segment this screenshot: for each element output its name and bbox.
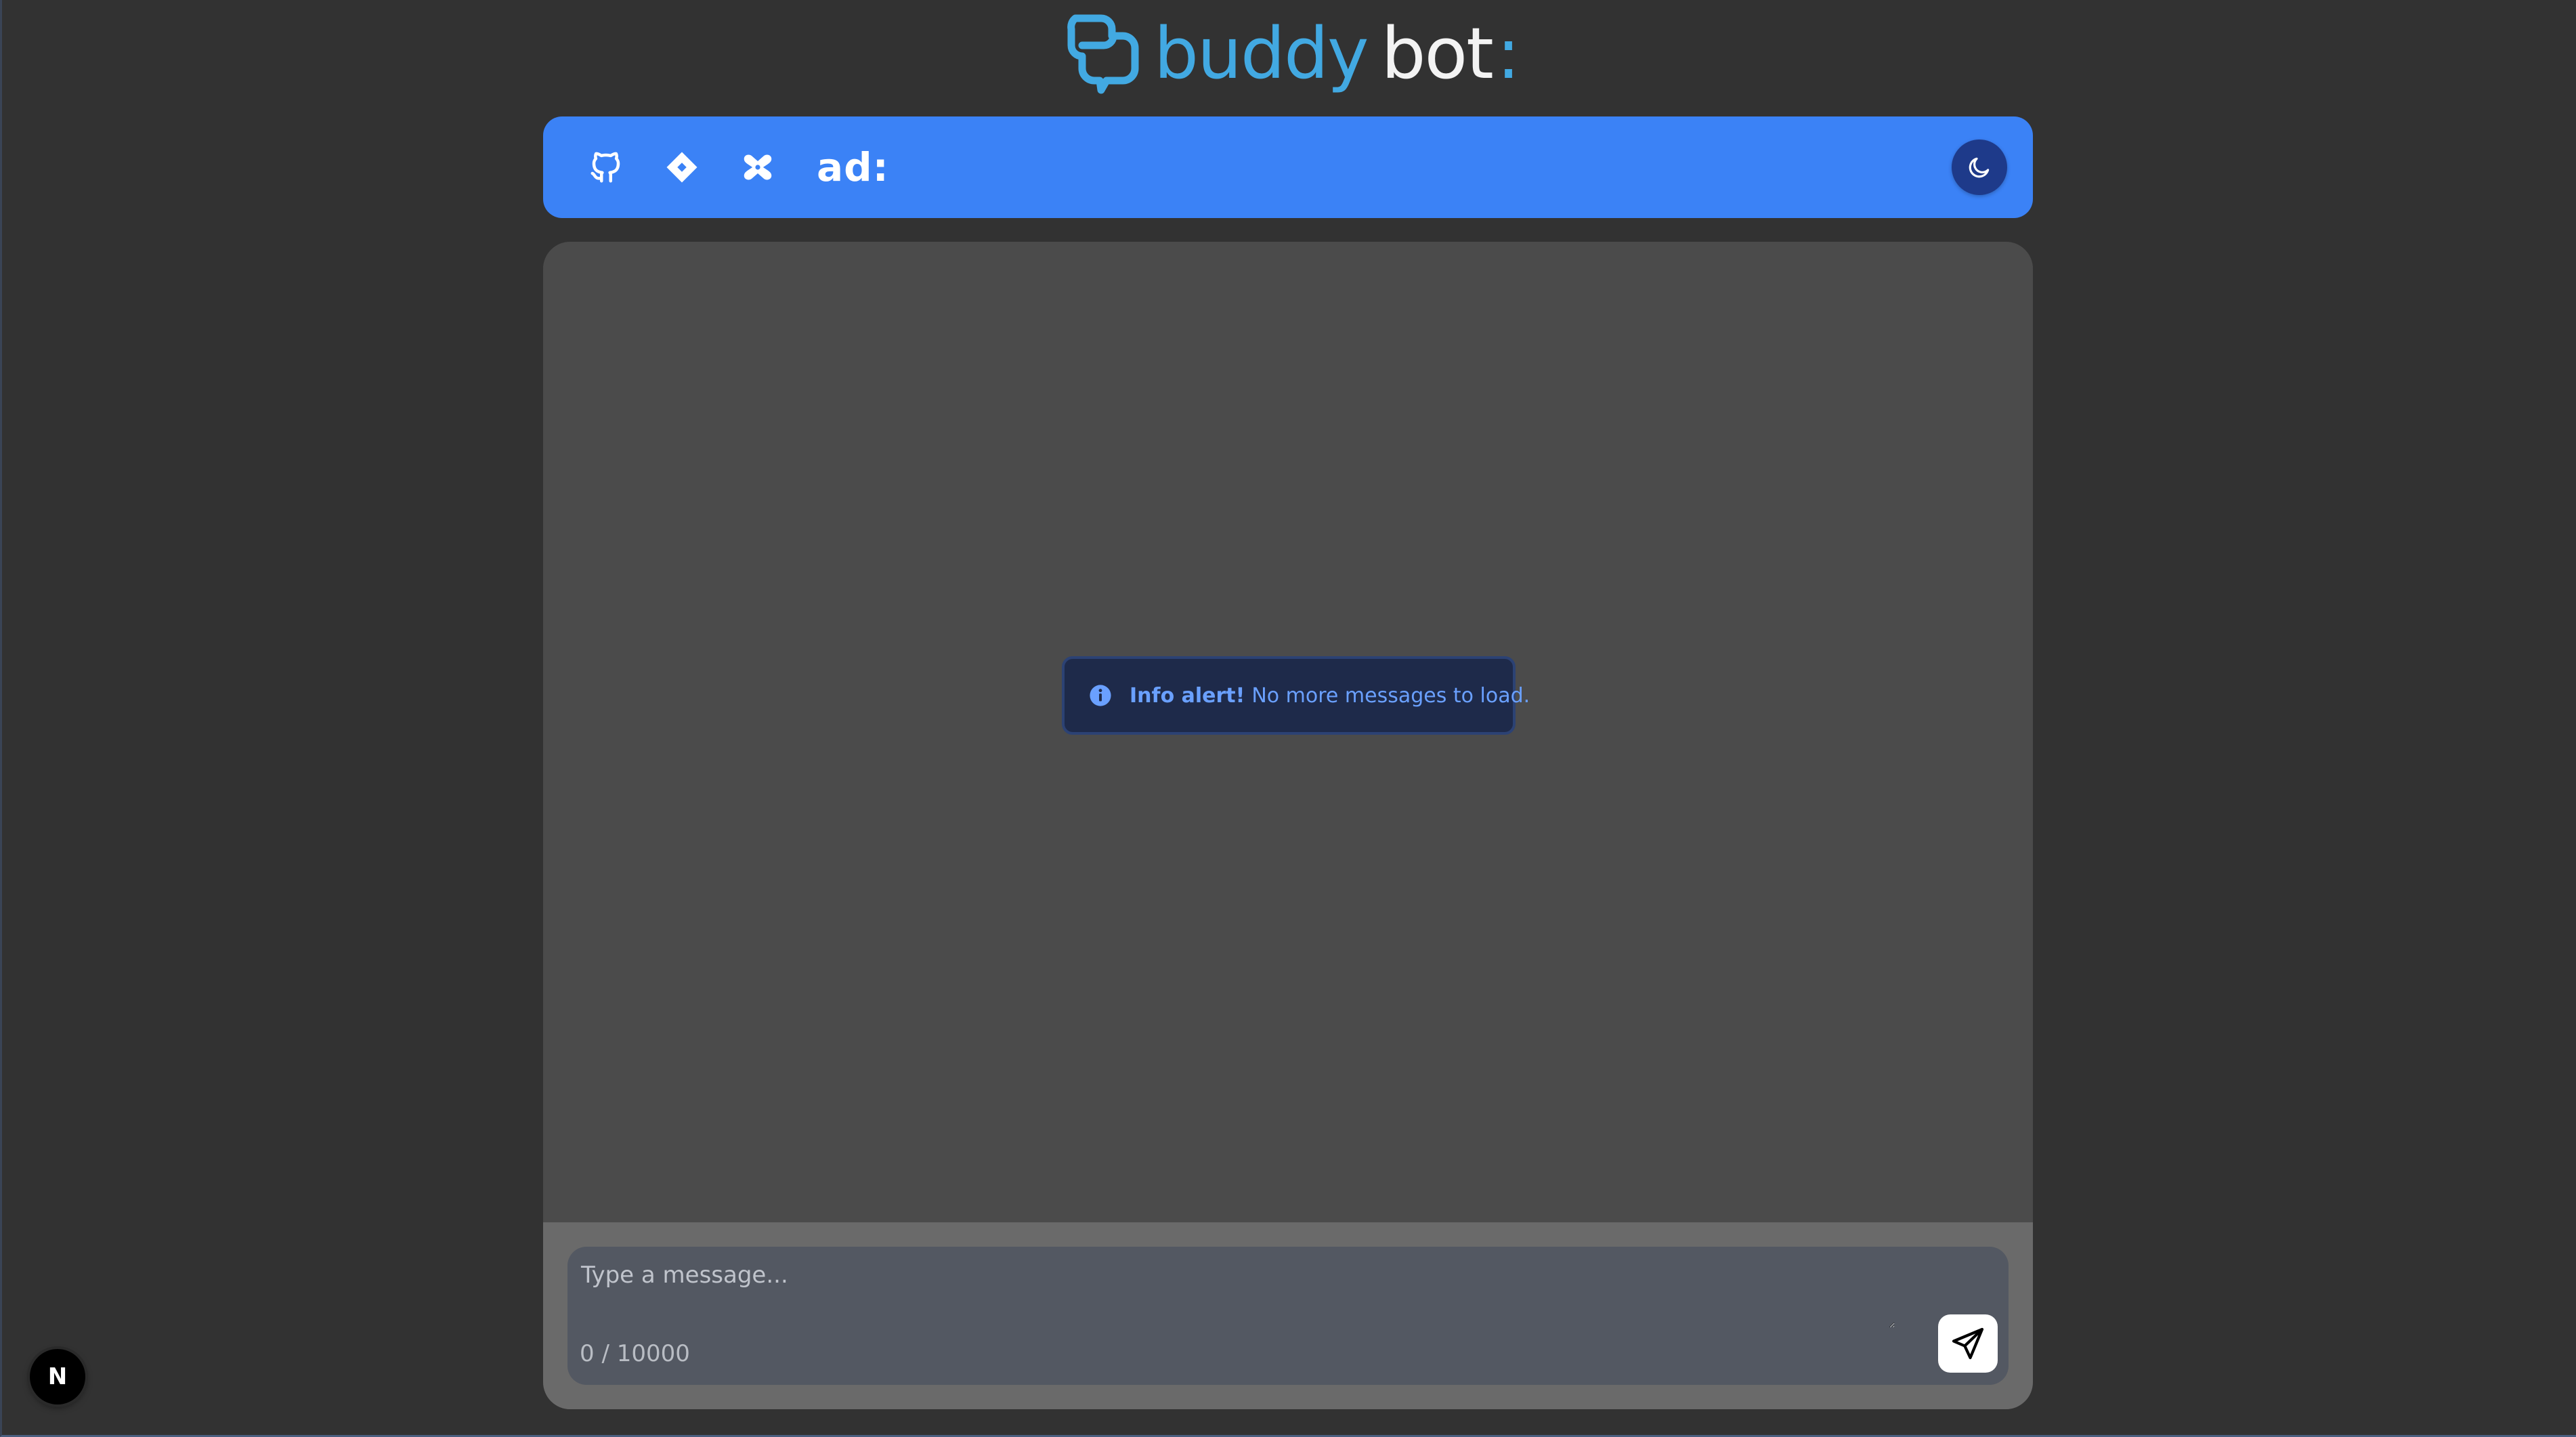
composer-area: 0 / 10000 — [543, 1222, 2033, 1409]
top-navbar: ad: — [543, 116, 2033, 218]
character-counter: 0 / 10000 — [580, 1340, 690, 1367]
logo-word-suffix: : — [1496, 12, 1520, 95]
send-icon — [1952, 1327, 1984, 1360]
jira-link[interactable] — [661, 146, 703, 188]
message-input[interactable] — [567, 1247, 1895, 1328]
confluence-icon — [744, 154, 772, 180]
alert-message: No more messages to load. — [1251, 683, 1530, 708]
message-composer: 0 / 10000 — [567, 1247, 2009, 1385]
messages-area[interactable]: Info alert! No more messages to load. — [543, 242, 2033, 1222]
logo-wordmark: buddy bot : — [1154, 12, 1520, 95]
ad-label: ad: — [817, 144, 889, 190]
info-alert: Info alert! No more messages to load. — [1062, 656, 1530, 735]
github-icon — [591, 152, 620, 183]
confluence-link[interactable] — [737, 146, 779, 188]
logo-word-buddy: buddy — [1154, 12, 1369, 95]
alert-title: Info alert! — [1130, 683, 1245, 708]
nextjs-dev-badge[interactable]: N — [30, 1349, 85, 1404]
moon-icon — [1969, 157, 1990, 178]
theme-toggle-button[interactable] — [1952, 140, 2007, 195]
info-icon — [1090, 685, 1111, 706]
nextjs-icon: N — [47, 1363, 68, 1390]
logo-word-bot: bot — [1381, 12, 1494, 95]
send-button[interactable] — [1938, 1314, 1998, 1373]
jira-icon — [666, 152, 697, 183]
app-logo: buddy bot : — [1066, 9, 1520, 98]
speech-bubbles-logo-icon — [1067, 14, 1139, 94]
chat-panel: Info alert! No more messages to load. 0 … — [543, 242, 2033, 1409]
github-link[interactable] — [585, 146, 627, 188]
